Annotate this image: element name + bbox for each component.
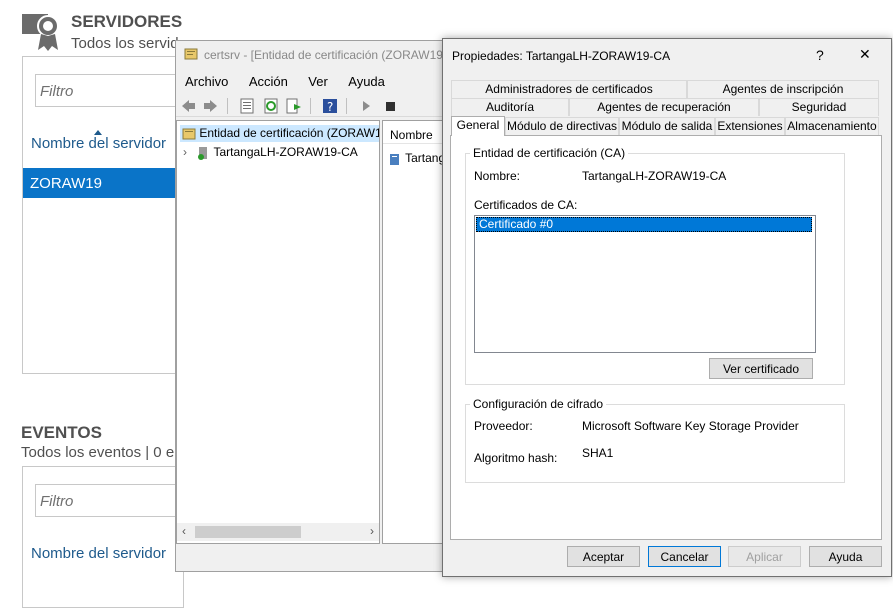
tab-seguridad[interactable]: Seguridad — [759, 98, 879, 116]
hash-value: SHA1 — [582, 446, 614, 460]
ca-group-label: Entidad de certificación (CA) — [470, 146, 629, 160]
servers-section-title: SERVIDORES — [71, 12, 183, 31]
chevron-right-icon[interactable]: › — [183, 145, 187, 159]
show-hide-tree-icon[interactable] — [239, 98, 255, 114]
toolbar-separator — [345, 97, 351, 114]
crypto-group — [465, 404, 845, 483]
name-value: TartangaLH-ZORAW19-CA — [582, 169, 727, 183]
tab-administradores-certificados[interactable]: Administradores de certificados — [451, 80, 687, 98]
servers-section-subtitle: Todos los servid — [71, 35, 179, 52]
events-section-subtitle: Todos los eventos | 0 er — [21, 444, 180, 461]
results-column-header-label: Nombre — [390, 128, 433, 142]
crypto-group-label: Configuración de cifrado — [470, 397, 607, 411]
tree-child-label: TartangaLH-ZORAW19-CA — [213, 145, 358, 159]
view-certificate-button[interactable]: Ver certificado — [709, 358, 813, 379]
back-arrow-icon[interactable] — [180, 98, 196, 114]
ca-root-icon — [182, 127, 196, 141]
ca-certs-listbox[interactable]: Certificado #0 — [474, 215, 816, 353]
console-tree-pane: Entidad de certificación (ZORAW1 › Tarta… — [176, 120, 380, 544]
start-service-icon[interactable] — [358, 98, 374, 114]
forward-arrow-icon[interactable] — [203, 98, 219, 114]
tab-modulo-directivas[interactable]: Módulo de directivas — [505, 117, 619, 135]
help-button[interactable]: Ayuda — [809, 546, 882, 567]
certsrv-menubar: Archivo Acción Ver Ayuda — [185, 73, 401, 91]
issued-certs-folder-icon — [388, 152, 402, 166]
refresh-icon[interactable] — [263, 98, 279, 114]
ca-cert-item[interactable]: Certificado #0 — [476, 217, 812, 232]
export-list-icon[interactable] — [286, 98, 302, 114]
tree-root-label: Entidad de certificación (ZORAW1 — [199, 126, 379, 140]
cancel-button[interactable]: Cancelar — [648, 546, 721, 567]
help-title-button[interactable]: ? — [816, 47, 824, 63]
ca-certs-label: Certificados de CA: — [474, 198, 578, 212]
menu-accion[interactable]: Acción — [249, 74, 288, 89]
server-row-label: ZORAW19 — [30, 175, 102, 192]
provider-value: Microsoft Software Key Storage Provider — [582, 419, 799, 433]
toolbar-separator — [226, 97, 232, 114]
svg-text:?: ? — [327, 100, 333, 114]
properties-dialog: Propiedades: TartangaLH-ZORAW19-CA ? ✕ A… — [442, 38, 892, 577]
tab-agentes-recuperacion[interactable]: Agentes de recuperación — [569, 98, 759, 116]
menu-ayuda[interactable]: Ayuda — [348, 74, 385, 89]
tree-root-item[interactable]: Entidad de certificación (ZORAW1 — [180, 125, 379, 142]
server-row-selected[interactable]: ZORAW19 — [23, 168, 183, 198]
tab-almacenamiento[interactable]: Almacenamiento — [785, 117, 879, 135]
close-icon[interactable]: ✕ — [859, 46, 871, 63]
events-section-title: EVENTOS — [21, 423, 102, 442]
stop-service-icon[interactable] — [382, 98, 398, 114]
dialog-title: Propiedades: TartangaLH-ZORAW19-CA — [452, 49, 671, 63]
events-filter-input[interactable]: Filtro — [35, 484, 185, 517]
name-label: Nombre: — [474, 169, 521, 183]
events-column-header-server-name[interactable]: Nombre del servidor — [31, 545, 166, 562]
scroll-left-icon[interactable]: ‹ — [182, 524, 186, 538]
ok-button[interactable]: Aceptar — [567, 546, 640, 567]
help-icon[interactable]: ? — [322, 98, 338, 114]
scroll-right-icon[interactable]: › — [370, 524, 374, 538]
menu-archivo[interactable]: Archivo — [185, 74, 228, 89]
scrollbar-thumb[interactable] — [195, 526, 301, 538]
tab-extensiones[interactable]: Extensiones — [715, 117, 785, 135]
menu-ver[interactable]: Ver — [308, 74, 328, 89]
tab-auditoria[interactable]: Auditoría — [451, 98, 569, 116]
toolbar-separator — [309, 97, 315, 114]
tab-modulo-salida[interactable]: Módulo de salida — [619, 117, 715, 135]
hash-label: Algoritmo hash: — [474, 451, 558, 465]
column-header-server-name[interactable]: Nombre del servidor — [31, 135, 166, 152]
tab-agentes-inscripcion[interactable]: Agentes de inscripción — [687, 80, 879, 98]
servers-filter-input[interactable]: Filtro — [35, 74, 185, 107]
tree-child-item[interactable]: › TartangaLH-ZORAW19-CA — [183, 145, 358, 160]
ca-server-icon — [196, 146, 210, 160]
provider-label: Proveedor: — [474, 419, 533, 433]
tab-general[interactable]: General — [451, 116, 505, 136]
certificate-role-icon — [22, 10, 62, 52]
tree-horizontal-scrollbar[interactable]: ‹ › — [177, 523, 379, 541]
certsrv-window-title: certsrv - [Entidad de certificación (ZOR… — [204, 48, 447, 62]
certsrv-toolbar: ? — [176, 94, 454, 117]
apply-button[interactable]: Aplicar — [728, 546, 801, 567]
certsrv-app-icon — [184, 47, 198, 61]
